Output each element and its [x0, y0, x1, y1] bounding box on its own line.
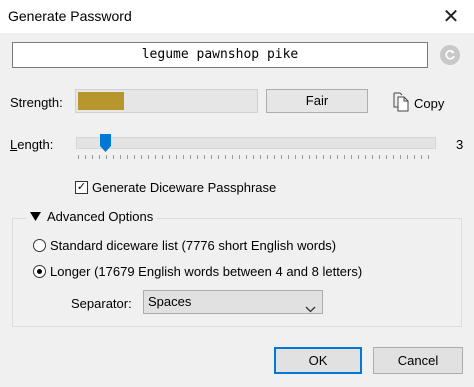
- slider-ticks: [78, 155, 434, 159]
- refresh-icon[interactable]: [440, 45, 460, 65]
- length-slider[interactable]: [76, 134, 438, 162]
- separator-value: Spaces: [148, 294, 192, 309]
- radio-label: Standard diceware list (7776 short Engli…: [50, 238, 337, 253]
- radio-button[interactable]: [33, 239, 46, 252]
- copy-button-label: Copy: [414, 95, 445, 111]
- password-field[interactable]: legume pawnshop pike: [12, 42, 428, 68]
- separator-select[interactable]: Spaces: [143, 290, 323, 314]
- strength-label: Strength:: [10, 95, 63, 110]
- ok-button[interactable]: OK: [274, 347, 362, 374]
- length-label: Length:: [10, 137, 54, 152]
- slider-thumb[interactable]: [100, 134, 111, 152]
- radio-standard-list[interactable]: Standard diceware list (7776 short Engli…: [33, 238, 336, 253]
- radio-longer-list[interactable]: Longer (17679 English words between 4 an…: [33, 264, 362, 279]
- advanced-options-toggle[interactable]: Advanced Options: [26, 209, 158, 224]
- advanced-options-label: Advanced Options: [47, 209, 154, 224]
- triangle-down-icon: [30, 209, 41, 224]
- copy-icon: [392, 92, 410, 115]
- close-button[interactable]: ✕: [428, 0, 474, 33]
- diceware-checkbox-row[interactable]: ✓ Generate Diceware Passphrase: [75, 180, 276, 195]
- chevron-down-icon: [305, 298, 316, 320]
- separator-label: Separator:: [71, 296, 132, 311]
- slider-track: [76, 137, 436, 149]
- diceware-label: Generate Diceware Passphrase: [92, 180, 277, 195]
- generate-password-dialog: Generate Password ✕ legume pawnshop pike…: [0, 0, 474, 387]
- title-bar: Generate Password ✕: [0, 0, 474, 33]
- strength-meter-fill: [78, 92, 124, 110]
- radio-button[interactable]: [33, 265, 46, 278]
- cancel-button[interactable]: Cancel: [373, 347, 463, 374]
- close-icon: ✕: [442, 6, 460, 28]
- window-title: Generate Password: [8, 8, 132, 24]
- radio-label: Longer (17679 English words between 4 an…: [50, 264, 363, 279]
- strength-rating: Fair: [266, 89, 368, 113]
- copy-button[interactable]: Copy: [392, 92, 444, 114]
- strength-meter: [75, 89, 258, 113]
- length-value: 3: [456, 137, 464, 152]
- diceware-checkbox[interactable]: ✓: [75, 181, 88, 194]
